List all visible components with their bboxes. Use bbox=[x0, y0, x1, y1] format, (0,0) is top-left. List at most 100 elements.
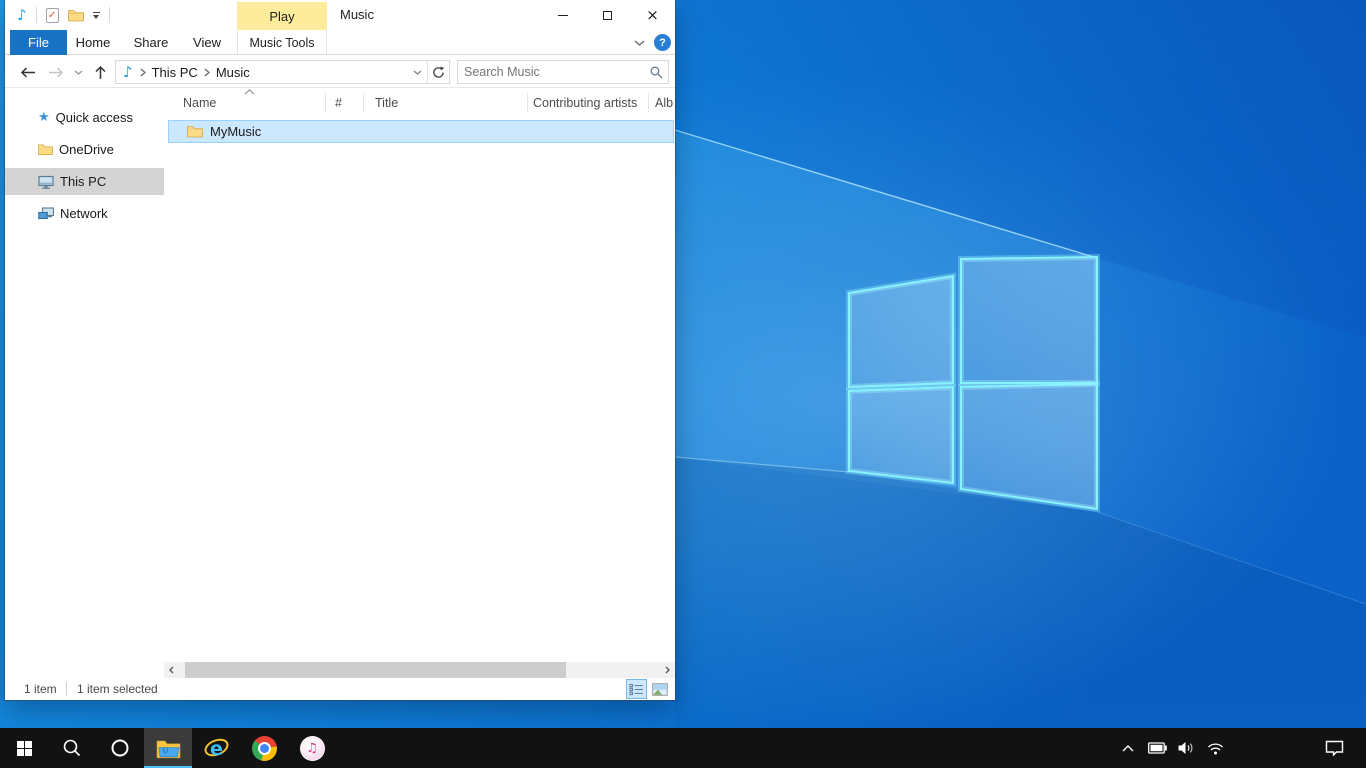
breadcrumb-this-pc[interactable]: This PC bbox=[146, 61, 204, 83]
tab-file[interactable]: File bbox=[10, 30, 67, 55]
sidebar-item-network[interactable]: Network bbox=[5, 200, 164, 227]
chevron-down-icon bbox=[413, 70, 422, 75]
new-folder-icon bbox=[68, 9, 84, 22]
column-headers: Name # Title Contributing artists Alb bbox=[164, 88, 675, 117]
address-dropdown-button[interactable] bbox=[407, 61, 427, 83]
tab-home[interactable]: Home bbox=[65, 30, 121, 55]
details-view-button[interactable] bbox=[626, 679, 647, 699]
column-header-contributing-artists[interactable]: Contributing artists bbox=[533, 88, 637, 117]
help-button[interactable]: ? bbox=[654, 34, 671, 51]
play-tab-label: Play bbox=[269, 9, 294, 24]
window-title: Music bbox=[340, 0, 374, 30]
column-header-album[interactable]: Alb bbox=[655, 88, 673, 117]
window-controls: × bbox=[540, 0, 675, 30]
maximize-button[interactable] bbox=[585, 0, 630, 30]
contextual-tab-play[interactable]: Play bbox=[237, 2, 327, 30]
scroll-left-button[interactable] bbox=[164, 662, 179, 678]
sidebar-item-onedrive[interactable]: OneDrive bbox=[5, 136, 164, 163]
maximize-icon bbox=[603, 11, 612, 20]
thumbnail-view-button[interactable] bbox=[649, 679, 670, 699]
cortana-button[interactable] bbox=[96, 728, 144, 768]
search-icon bbox=[650, 66, 663, 79]
battery-icon bbox=[1148, 742, 1167, 754]
breadcrumb-music[interactable]: Music bbox=[210, 61, 256, 83]
search-input[interactable] bbox=[458, 65, 644, 79]
main-area: ★ Quick access OneDrive T bbox=[5, 88, 675, 662]
collapse-ribbon-button[interactable] bbox=[630, 35, 648, 51]
windows-logo bbox=[849, 257, 1097, 509]
tab-view[interactable]: View bbox=[181, 30, 233, 55]
this-pc-monitor-icon bbox=[38, 175, 54, 189]
chevron-left-icon bbox=[169, 666, 174, 674]
chrome-button[interactable] bbox=[240, 728, 288, 768]
help-icon: ? bbox=[659, 37, 666, 49]
folder-icon bbox=[187, 125, 203, 138]
scroll-right-button[interactable] bbox=[660, 662, 675, 678]
refresh-button[interactable] bbox=[427, 61, 449, 83]
horizontal-scrollbar[interactable] bbox=[164, 662, 675, 678]
column-header-number[interactable]: # bbox=[335, 88, 342, 117]
start-button[interactable] bbox=[0, 728, 48, 768]
properties-button[interactable]: ✓ bbox=[46, 3, 59, 27]
navigation-pane: ★ Quick access OneDrive T bbox=[5, 88, 164, 662]
quick-access-toolbar: ♪ ✓ bbox=[17, 0, 110, 30]
network-icon bbox=[38, 207, 54, 221]
sort-ascending-icon bbox=[244, 89, 255, 95]
navigation-bar: ♪ This PC Music bbox=[5, 56, 675, 88]
internet-explorer-icon: e bbox=[203, 735, 230, 762]
wifi-icon bbox=[1207, 742, 1224, 755]
back-button[interactable] bbox=[19, 56, 37, 88]
desktop: ♪ ✓ Play Music bbox=[0, 0, 1366, 768]
taskbar-file-explorer-button[interactable] bbox=[144, 728, 192, 768]
system-tray bbox=[1117, 728, 1226, 768]
up-arrow-icon bbox=[95, 65, 106, 80]
divider bbox=[109, 7, 110, 23]
chevron-right-icon bbox=[665, 666, 670, 674]
search-box bbox=[457, 60, 669, 84]
divider bbox=[36, 7, 37, 23]
cortana-circle-icon bbox=[110, 738, 130, 758]
column-header-name[interactable]: Name bbox=[183, 88, 216, 117]
up-button[interactable] bbox=[91, 56, 109, 88]
sidebar-item-quick-access[interactable]: ★ Quick access bbox=[5, 104, 164, 131]
file-row-mymusic[interactable]: MyMusic bbox=[168, 120, 674, 143]
address-bar[interactable]: ♪ This PC Music bbox=[115, 60, 450, 84]
itunes-button[interactable]: ♫ bbox=[288, 728, 336, 768]
customize-quick-access-button[interactable] bbox=[93, 3, 100, 27]
tab-music-tools[interactable]: Music Tools bbox=[237, 30, 327, 55]
close-icon: × bbox=[646, 8, 659, 23]
minimize-button[interactable] bbox=[540, 0, 585, 30]
column-header-title[interactable]: Title bbox=[375, 88, 398, 117]
internet-explorer-button[interactable]: e bbox=[192, 728, 240, 768]
network-status[interactable] bbox=[1204, 728, 1226, 768]
details-view-icon bbox=[629, 683, 644, 696]
selection-count: 1 item selected bbox=[77, 678, 158, 700]
search-button[interactable] bbox=[644, 66, 668, 79]
file-explorer-icon bbox=[156, 738, 181, 759]
recent-locations-button[interactable] bbox=[71, 56, 85, 88]
action-center-icon bbox=[1325, 740, 1344, 756]
file-name: MyMusic bbox=[210, 124, 261, 139]
title-bar: ♪ ✓ Play Music bbox=[5, 0, 675, 30]
sidebar-item-this-pc[interactable]: This PC bbox=[5, 168, 164, 195]
close-button[interactable]: × bbox=[630, 0, 675, 30]
taskbar: e ♫ bbox=[0, 728, 1366, 768]
dropdown-arrow-icon bbox=[93, 12, 100, 13]
music-note-icon: ♪ bbox=[116, 65, 133, 80]
battery-status[interactable] bbox=[1146, 728, 1168, 768]
taskbar-search-button[interactable] bbox=[48, 728, 96, 768]
volume-control[interactable] bbox=[1175, 728, 1197, 768]
status-bar: 1 item 1 item selected bbox=[5, 678, 675, 700]
scrollbar-thumb[interactable] bbox=[185, 662, 566, 678]
file-explorer-window: ♪ ✓ Play Music bbox=[5, 0, 675, 700]
minimize-icon bbox=[558, 15, 568, 16]
new-folder-button[interactable] bbox=[68, 3, 84, 27]
chevron-down-icon bbox=[634, 40, 645, 46]
svg-text:e: e bbox=[210, 738, 223, 760]
hidden-icons-button[interactable] bbox=[1117, 728, 1139, 768]
forward-button[interactable] bbox=[47, 56, 65, 88]
tab-share[interactable]: Share bbox=[121, 30, 181, 55]
quick-access-star-icon: ★ bbox=[38, 111, 50, 124]
action-center-button[interactable] bbox=[1316, 728, 1352, 768]
itunes-icon: ♫ bbox=[300, 736, 325, 761]
